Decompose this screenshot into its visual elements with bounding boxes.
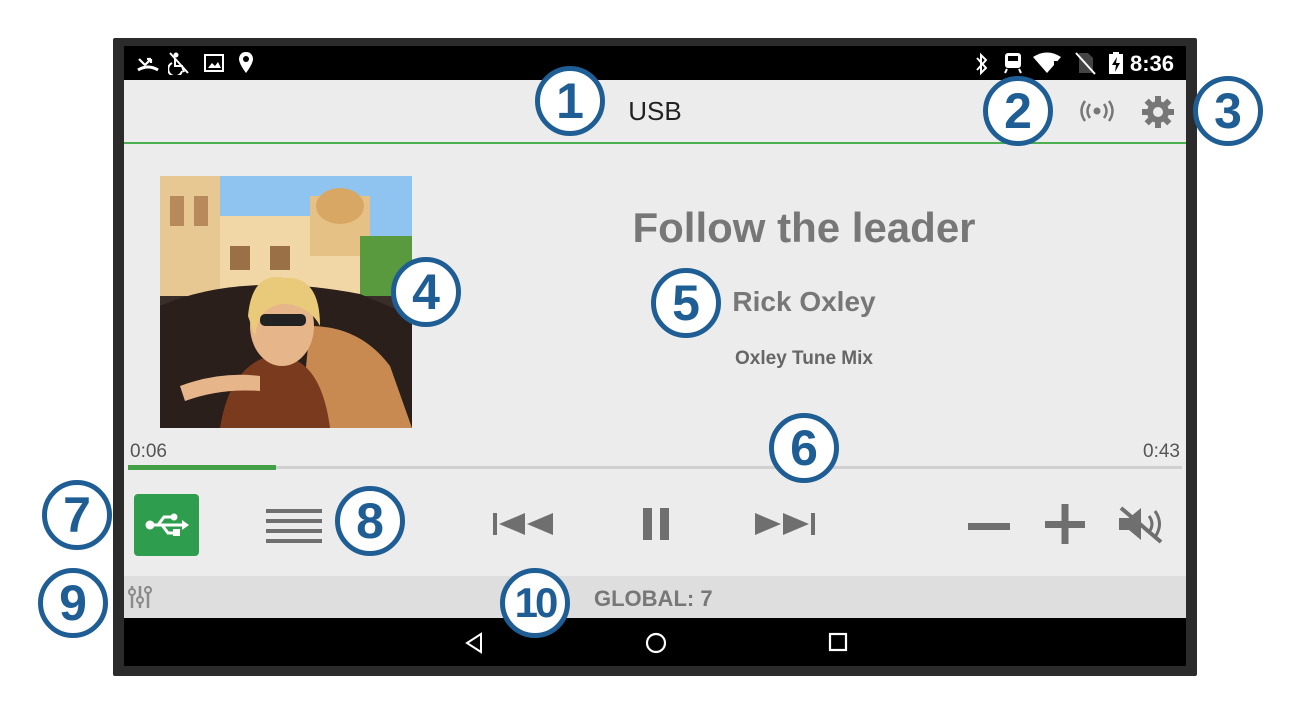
album-art bbox=[160, 176, 412, 428]
callout-8: 8 bbox=[335, 486, 405, 556]
home-circle-icon[interactable] bbox=[644, 631, 668, 655]
callout-4: 4 bbox=[391, 257, 461, 327]
missed-call-icon bbox=[137, 57, 159, 72]
callout-9: 9 bbox=[38, 568, 108, 638]
menu-list-icon[interactable] bbox=[264, 502, 324, 548]
battery-charging-icon bbox=[1109, 52, 1123, 74]
back-triangle-icon[interactable] bbox=[464, 632, 484, 654]
progress-bar-fill bbox=[128, 465, 276, 470]
location-pin-icon bbox=[239, 52, 253, 73]
usb-icon bbox=[145, 513, 189, 536]
zone-volume-label: GLOBAL: 7 bbox=[594, 586, 713, 611]
callout-6: 6 bbox=[769, 413, 839, 483]
pause-icon[interactable] bbox=[634, 502, 678, 546]
clock: 8:36 bbox=[1129, 51, 1174, 76]
total-duration: 0:43 bbox=[1143, 441, 1180, 462]
progress-bar[interactable] bbox=[128, 465, 1182, 470]
equalizer-sliders-icon[interactable] bbox=[128, 584, 154, 610]
artist-name: Rick Oxley bbox=[732, 286, 876, 317]
settings-gear-icon[interactable] bbox=[1138, 92, 1178, 132]
status-bar: 8:36 bbox=[124, 46, 1186, 80]
callout-3: 3 bbox=[1193, 76, 1263, 146]
mute-icon[interactable] bbox=[1116, 502, 1168, 546]
callout-10: 10 bbox=[500, 568, 570, 638]
no-sim-icon bbox=[1075, 52, 1096, 75]
broadcast-icon[interactable] bbox=[1070, 96, 1124, 126]
song-title: Follow the leader bbox=[632, 204, 976, 251]
recents-square-icon[interactable] bbox=[828, 632, 848, 652]
callout-5: 5 bbox=[651, 268, 721, 338]
nav-bar bbox=[124, 618, 1186, 666]
volume-up-icon[interactable] bbox=[1042, 502, 1088, 546]
no-accessibility-icon bbox=[168, 52, 189, 75]
transit-icon bbox=[1004, 53, 1022, 74]
callout-7: 7 bbox=[42, 480, 112, 550]
usb-source-button[interactable] bbox=[134, 494, 199, 556]
volume-down-icon[interactable] bbox=[966, 506, 1012, 546]
image-icon bbox=[204, 54, 224, 72]
previous-track-icon[interactable] bbox=[490, 504, 558, 544]
album-name: Oxley Tune Mix bbox=[735, 348, 873, 369]
callout-2: 2 bbox=[983, 76, 1053, 146]
bluetooth-icon bbox=[976, 52, 988, 76]
elapsed-time: 0:06 bbox=[130, 441, 167, 462]
source-title: USB bbox=[628, 96, 682, 126]
next-track-icon[interactable] bbox=[750, 504, 818, 544]
wifi-icon bbox=[1033, 52, 1061, 73]
zone-bar[interactable]: GLOBAL: 7 bbox=[124, 576, 1186, 618]
callout-1: 1 bbox=[535, 66, 605, 136]
